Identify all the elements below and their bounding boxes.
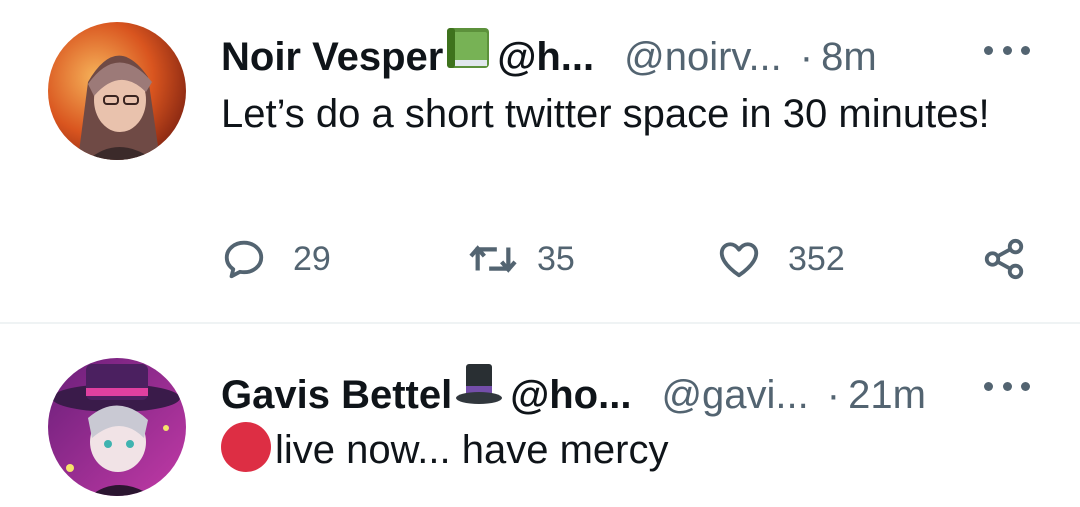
tweet-text-row: live now... have mercy <box>221 422 1021 478</box>
like-count: 352 <box>788 239 845 278</box>
top-hat-icon <box>454 362 504 419</box>
red-circle-icon <box>221 422 271 472</box>
tweet-1[interactable]: Noir Vesper @h... @noirv... · 8m Let’s d… <box>0 0 1080 322</box>
share-icon <box>984 238 1024 280</box>
reply-count: 29 <box>293 239 331 278</box>
retweet-icon <box>469 245 517 273</box>
heart-icon <box>719 242 759 278</box>
retweet-count: 35 <box>537 239 575 278</box>
green-book-icon <box>445 26 491 81</box>
retweet-button[interactable]: 35 <box>467 236 575 282</box>
username[interactable]: @gavi... <box>661 371 808 419</box>
verified-handle[interactable]: @h... <box>497 33 594 81</box>
share-button[interactable] <box>981 236 1027 282</box>
tweet-text: Let’s do a short twitter space in 30 min… <box>221 92 990 136</box>
timestamp[interactable]: 21m <box>848 371 926 419</box>
reply-button[interactable]: 29 <box>221 236 331 282</box>
more-options-icon[interactable] <box>984 40 1030 60</box>
verified-handle[interactable]: @ho... <box>510 371 631 419</box>
username[interactable]: @noirv... <box>624 33 782 81</box>
timestamp[interactable]: 8m <box>821 33 877 81</box>
like-button[interactable]: 352 <box>716 236 845 282</box>
display-name[interactable]: Gavis Bettel <box>221 371 452 419</box>
tweet-2[interactable]: Gavis Bettel @ho... @gavi... · 21m live … <box>0 324 1080 507</box>
tweet-text: live now... have mercy <box>275 428 669 472</box>
avatar[interactable] <box>48 358 186 496</box>
display-name[interactable]: Noir Vesper <box>221 33 443 81</box>
separator-dot: · <box>826 373 841 417</box>
tweet-header: Gavis Bettel @ho... @gavi... · 21m <box>221 362 926 419</box>
separator-dot: · <box>799 35 814 79</box>
avatar[interactable] <box>48 22 186 160</box>
reply-icon <box>224 240 264 279</box>
tweet-actions: 29 35 352 <box>221 236 1051 286</box>
tweet-header: Noir Vesper @h... @noirv... · 8m <box>221 26 877 81</box>
more-options-icon[interactable] <box>984 376 1030 396</box>
